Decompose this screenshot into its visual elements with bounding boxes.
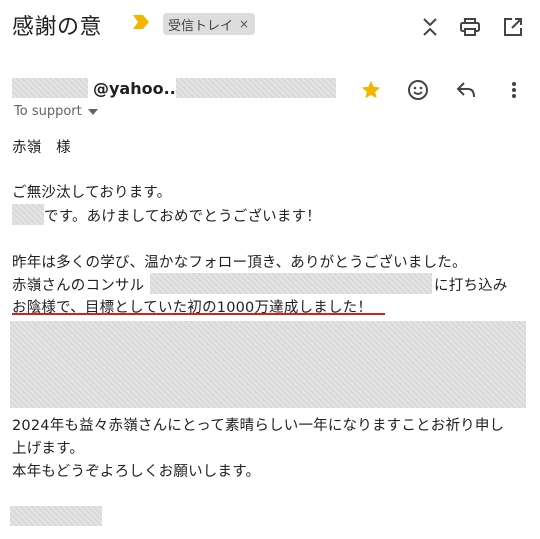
body-line-4-end: に打ち込み [434, 278, 508, 294]
body-line-6: 2024年も益々赤嶺さんにとって素晴らしい一年になりますことお祈り申し [12, 418, 505, 434]
label-chip-text: 受信トレイ [168, 18, 234, 34]
body-line-4-start: 赤嶺さんのコンサル [12, 278, 145, 294]
body-line-3: 昨年は多くの学び、温かなフォロー頂き、ありがとうございました。 [12, 255, 467, 271]
print-icon[interactable] [459, 16, 481, 38]
body-line-8: 本年もどうぞよろしくお願いします。 [12, 464, 261, 480]
dropdown-arrow-icon [87, 108, 98, 115]
redacted-name [12, 204, 44, 225]
emoji-react-icon[interactable] [406, 78, 430, 102]
expand-collapse-icon[interactable] [419, 16, 441, 38]
open-in-new-window-icon[interactable] [502, 16, 524, 38]
body-line-7: 上げます。 [12, 441, 85, 457]
redacted-sender-details [176, 78, 336, 98]
importance-marker-icon[interactable] [133, 15, 149, 29]
redacted-signature [10, 506, 102, 526]
body-line-2: です。あけましておめでとうございます！ [44, 209, 321, 225]
body-line-1: ご無沙汰しております。 [12, 185, 172, 201]
recipient-label: To support [14, 104, 82, 119]
star-icon[interactable] [359, 78, 383, 102]
highlight-underline [12, 313, 385, 315]
more-vert-icon[interactable] [502, 78, 526, 102]
greeting: 赤嶺 様 [12, 140, 71, 156]
email-subject: 感謝の意 [12, 15, 103, 40]
reply-icon[interactable] [454, 78, 478, 102]
label-chip-inbox: 受信トレイ × [163, 13, 256, 35]
sender-email: @yahoo.... [93, 79, 188, 98]
recipient-details-toggle[interactable]: To support [14, 104, 98, 119]
redacted-sender-name [12, 78, 88, 98]
redacted-text [150, 273, 432, 294]
redacted-paragraph [10, 321, 526, 408]
remove-label-button[interactable]: × [239, 17, 249, 31]
